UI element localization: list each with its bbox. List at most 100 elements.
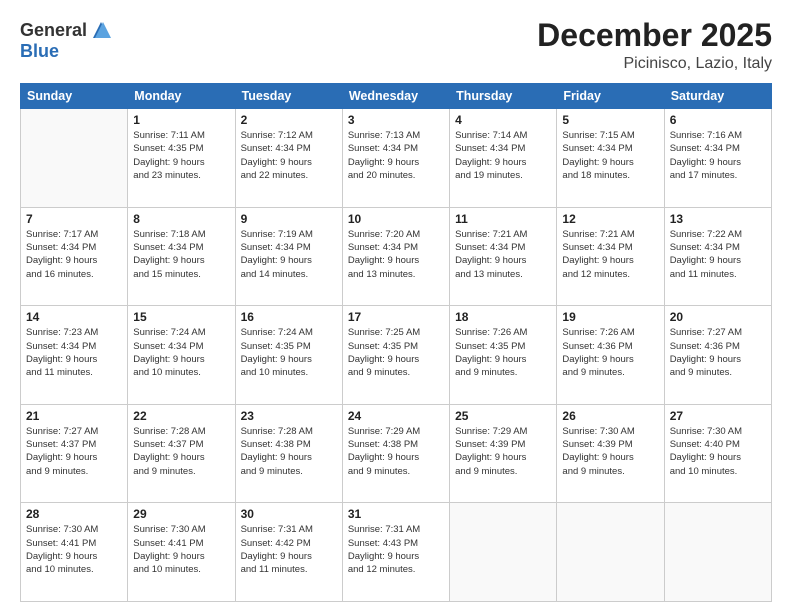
col-sunday: Sunday	[21, 84, 128, 109]
table-row: 3Sunrise: 7:13 AMSunset: 4:34 PMDaylight…	[342, 109, 449, 208]
table-row: 15 Sunrise: 7:24 AMSunset: 4:34 PMDayligh…	[128, 306, 235, 405]
day-info: Sunrise: 7:16 AMSunset: 4:34 PMDaylight:…	[670, 129, 766, 182]
table-row: 17 Sunrise: 7:25 AMSunset: 4:35 PMDayligh…	[342, 306, 449, 405]
day-number: 20	[670, 310, 766, 324]
day-number: 28	[26, 507, 122, 521]
calendar-week-row: 1Sunrise: 7:11 AMSunset: 4:35 PMDaylight…	[21, 109, 772, 208]
table-row: 26 Sunrise: 7:30 AMSunset: 4:39 PMDayligh…	[557, 404, 664, 503]
day-number: 4	[455, 113, 551, 127]
day-info: Sunrise: 7:26 AMSunset: 4:36 PMDaylight:…	[562, 326, 658, 379]
table-row: 13 Sunrise: 7:22 AMSunset: 4:34 PMDayligh…	[664, 207, 771, 306]
logo-icon	[89, 18, 113, 42]
day-info: Sunrise: 7:14 AMSunset: 4:34 PMDaylight:…	[455, 129, 551, 182]
day-number: 17	[348, 310, 444, 324]
logo: General Blue	[20, 18, 113, 60]
day-number: 25	[455, 409, 551, 423]
logo-blue-text: Blue	[20, 42, 59, 60]
day-number: 30	[241, 507, 337, 521]
day-info: Sunrise: 7:30 AMSunset: 4:40 PMDaylight:…	[670, 425, 766, 478]
day-number: 23	[241, 409, 337, 423]
day-info: Sunrise: 7:11 AMSunset: 4:35 PMDaylight:…	[133, 129, 229, 182]
day-info: Sunrise: 7:27 AMSunset: 4:36 PMDaylight:…	[670, 326, 766, 379]
day-info: Sunrise: 7:22 AMSunset: 4:34 PMDaylight:…	[670, 228, 766, 281]
day-info: Sunrise: 7:31 AMSunset: 4:43 PMDaylight:…	[348, 523, 444, 576]
day-number: 24	[348, 409, 444, 423]
table-row: 31 Sunrise: 7:31 AMSunset: 4:43 PMDayligh…	[342, 503, 449, 602]
col-friday: Friday	[557, 84, 664, 109]
page: General Blue December 2025 Picinisco, La…	[0, 0, 792, 612]
header: General Blue December 2025 Picinisco, La…	[20, 18, 772, 73]
day-info: Sunrise: 7:21 AMSunset: 4:34 PMDaylight:…	[455, 228, 551, 281]
day-number: 9	[241, 212, 337, 226]
table-row: 16Sunrise: 7:24 AMSunset: 4:35 PMDayligh…	[235, 306, 342, 405]
day-number: 31	[348, 507, 444, 521]
calendar-week-row: 28 Sunrise: 7:30 AMSunset: 4:41 PMDayligh…	[21, 503, 772, 602]
day-info: Sunrise: 7:23 AMSunset: 4:34 PMDaylight:…	[26, 326, 122, 379]
day-info: Sunrise: 7:29 AMSunset: 4:39 PMDaylight:…	[455, 425, 551, 478]
col-thursday: Thursday	[450, 84, 557, 109]
day-number: 8	[133, 212, 229, 226]
day-info: Sunrise: 7:25 AMSunset: 4:35 PMDaylight:…	[348, 326, 444, 379]
day-info: Sunrise: 7:20 AMSunset: 4:34 PMDaylight:…	[348, 228, 444, 281]
table-row: 28 Sunrise: 7:30 AMSunset: 4:41 PMDayligh…	[21, 503, 128, 602]
table-row: 29 Sunrise: 7:30 AMSunset: 4:41 PMDayligh…	[128, 503, 235, 602]
table-row: 20 Sunrise: 7:27 AMSunset: 4:36 PMDayligh…	[664, 306, 771, 405]
calendar-week-row: 7Sunrise: 7:17 AMSunset: 4:34 PMDaylight…	[21, 207, 772, 306]
day-number: 21	[26, 409, 122, 423]
day-number: 7	[26, 212, 122, 226]
table-row	[450, 503, 557, 602]
col-saturday: Saturday	[664, 84, 771, 109]
table-row: 12Sunrise: 7:21 AMSunset: 4:34 PMDayligh…	[557, 207, 664, 306]
logo-general-text: General	[20, 21, 87, 39]
table-row: 24 Sunrise: 7:29 AMSunset: 4:38 PMDayligh…	[342, 404, 449, 503]
table-row: 18 Sunrise: 7:26 AMSunset: 4:35 PMDayligh…	[450, 306, 557, 405]
table-row: 22Sunrise: 7:28 AMSunset: 4:37 PMDayligh…	[128, 404, 235, 503]
day-info: Sunrise: 7:28 AMSunset: 4:37 PMDaylight:…	[133, 425, 229, 478]
col-wednesday: Wednesday	[342, 84, 449, 109]
day-number: 19	[562, 310, 658, 324]
table-row: 21 Sunrise: 7:27 AMSunset: 4:37 PMDayligh…	[21, 404, 128, 503]
day-number: 2	[241, 113, 337, 127]
day-number: 29	[133, 507, 229, 521]
day-info: Sunrise: 7:12 AMSunset: 4:34 PMDaylight:…	[241, 129, 337, 182]
table-row	[557, 503, 664, 602]
month-title: December 2025	[537, 18, 772, 53]
table-row: 25 Sunrise: 7:29 AMSunset: 4:39 PMDayligh…	[450, 404, 557, 503]
table-row: 7Sunrise: 7:17 AMSunset: 4:34 PMDaylight…	[21, 207, 128, 306]
col-monday: Monday	[128, 84, 235, 109]
day-info: Sunrise: 7:27 AMSunset: 4:37 PMDaylight:…	[26, 425, 122, 478]
day-number: 14	[26, 310, 122, 324]
calendar-week-row: 21 Sunrise: 7:27 AMSunset: 4:37 PMDayligh…	[21, 404, 772, 503]
table-row: 23 Sunrise: 7:28 AMSunset: 4:38 PMDayligh…	[235, 404, 342, 503]
calendar-week-row: 14 Sunrise: 7:23 AMSunset: 4:34 PMDayligh…	[21, 306, 772, 405]
table-row	[664, 503, 771, 602]
table-row: 1Sunrise: 7:11 AMSunset: 4:35 PMDaylight…	[128, 109, 235, 208]
title-block: December 2025 Picinisco, Lazio, Italy	[537, 18, 772, 73]
table-row: 27Sunrise: 7:30 AMSunset: 4:40 PMDayligh…	[664, 404, 771, 503]
day-number: 11	[455, 212, 551, 226]
location-title: Picinisco, Lazio, Italy	[537, 55, 772, 73]
table-row: 19 Sunrise: 7:26 AMSunset: 4:36 PMDayligh…	[557, 306, 664, 405]
day-number: 16	[241, 310, 337, 324]
day-number: 6	[670, 113, 766, 127]
col-tuesday: Tuesday	[235, 84, 342, 109]
day-info: Sunrise: 7:28 AMSunset: 4:38 PMDaylight:…	[241, 425, 337, 478]
day-info: Sunrise: 7:18 AMSunset: 4:34 PMDaylight:…	[133, 228, 229, 281]
day-info: Sunrise: 7:26 AMSunset: 4:35 PMDaylight:…	[455, 326, 551, 379]
day-number: 18	[455, 310, 551, 324]
day-number: 13	[670, 212, 766, 226]
day-info: Sunrise: 7:30 AMSunset: 4:41 PMDaylight:…	[26, 523, 122, 576]
table-row: 14 Sunrise: 7:23 AMSunset: 4:34 PMDayligh…	[21, 306, 128, 405]
table-row: 4 Sunrise: 7:14 AMSunset: 4:34 PMDaylight…	[450, 109, 557, 208]
table-row	[21, 109, 128, 208]
day-info: Sunrise: 7:29 AMSunset: 4:38 PMDaylight:…	[348, 425, 444, 478]
table-row: 2 Sunrise: 7:12 AMSunset: 4:34 PMDaylight…	[235, 109, 342, 208]
day-number: 12	[562, 212, 658, 226]
day-info: Sunrise: 7:24 AMSunset: 4:34 PMDaylight:…	[133, 326, 229, 379]
day-number: 15	[133, 310, 229, 324]
day-info: Sunrise: 7:13 AMSunset: 4:34 PMDaylight:…	[348, 129, 444, 182]
day-info: Sunrise: 7:30 AMSunset: 4:41 PMDaylight:…	[133, 523, 229, 576]
day-number: 26	[562, 409, 658, 423]
day-info: Sunrise: 7:31 AMSunset: 4:42 PMDaylight:…	[241, 523, 337, 576]
day-info: Sunrise: 7:30 AMSunset: 4:39 PMDaylight:…	[562, 425, 658, 478]
